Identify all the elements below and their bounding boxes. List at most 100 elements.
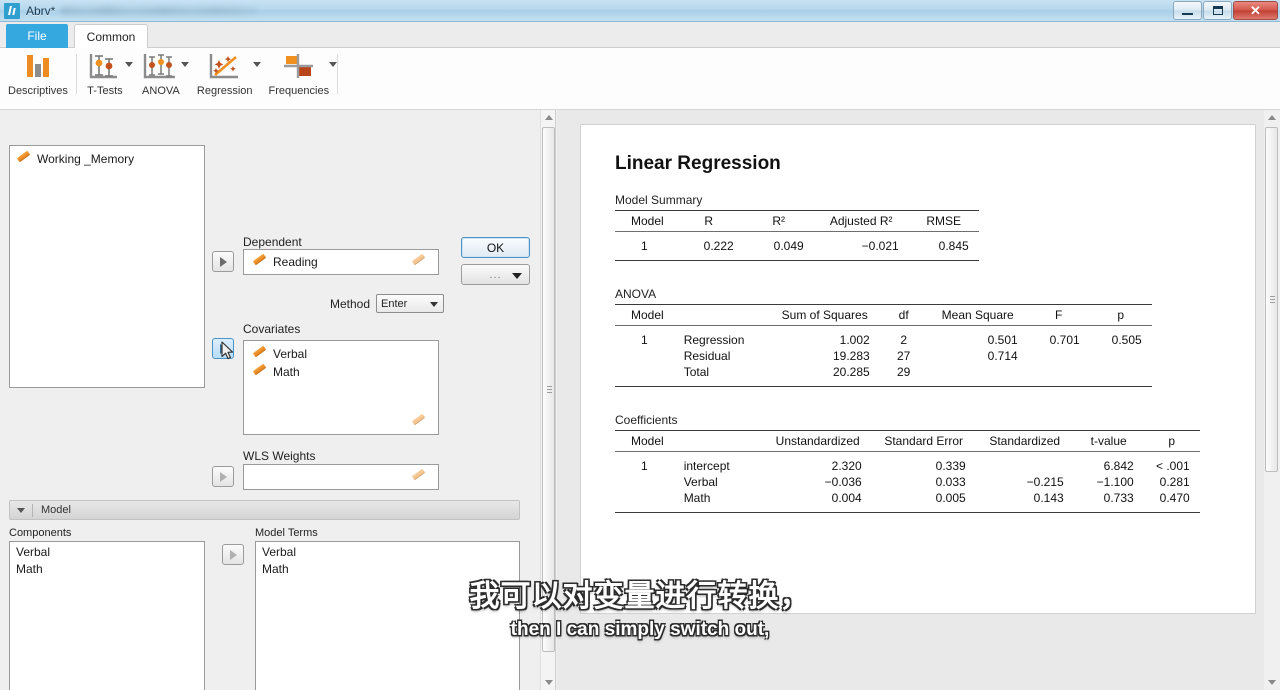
ribbon-label-regression: Regression [196,85,253,97]
section-header-model[interactable]: Model [9,500,520,520]
ribbon-label-anova: ANOVA [142,85,180,97]
assign-covariates-button[interactable] [212,338,234,359]
scroll-up-arrow-icon[interactable] [541,110,555,125]
minimize-button[interactable] [1173,1,1202,20]
table-row: 1 intercept 2.320 0.339 6.842 < .001 [615,452,1200,475]
model-terms-label: Model Terms [255,527,318,539]
assign-dependent-button[interactable] [212,251,234,272]
chevron-down-icon[interactable] [252,62,261,67]
ribbon-label-descriptives: Descriptives [8,85,68,97]
list-item[interactable]: Math [256,562,519,579]
model-terms-list[interactable]: Verbal Math [255,541,520,690]
maximize-button[interactable] [1203,1,1232,20]
table-cell: 1 [615,231,674,261]
table-cell: 0.143 [975,490,1074,513]
assign-wls-weights-button[interactable] [212,466,234,487]
contingency-icon [279,51,319,83]
scroll-down-arrow-icon[interactable] [541,675,555,690]
table-cell: 0.049 [743,231,814,261]
ok-button[interactable]: OK [461,237,530,258]
table-cell: 0.339 [935,459,966,473]
chevron-down-icon [430,302,439,307]
list-item[interactable]: Reading [244,253,438,271]
table-cell: 1 [641,459,648,473]
coefficients-caption: Coefficients [615,413,678,427]
ribbon-button-frequencies[interactable]: Frequencies [261,48,338,106]
model-summary-caption: Model Summary [615,193,703,207]
table-cell [1089,364,1152,387]
results-panel-scrollbar-track[interactable] [1264,110,1280,690]
covariates-dropbox[interactable]: Verbal Math [243,340,439,435]
ribbon-button-t-tests[interactable]: T-Tests [77,48,133,106]
list-item[interactable]: Verbal [256,545,519,562]
more-options-label: ... [489,268,502,281]
window-title: Abrv* [26,3,56,18]
tab-common[interactable]: Common [74,24,148,48]
results-document[interactable]: Linear Regression Model Summary Model R … [580,124,1256,614]
table-cell [615,474,674,490]
scroll-up-arrow-icon[interactable] [1264,110,1279,125]
table-cell: 0.033 [935,475,966,489]
table-cell: 0.714 [987,349,1018,363]
column-header: R² [743,210,814,232]
more-options-button[interactable]: ... [461,264,530,285]
add-model-term-button[interactable] [222,544,244,565]
ribbon-button-regression[interactable]: Regression [189,48,261,106]
table-row: Residual 19.283 27 0.714 [615,348,1152,364]
list-item[interactable]: Math [244,363,438,381]
table-cell: −1.100 [1096,475,1134,489]
table-cell: −0.215 [1026,475,1064,489]
results-panel-scrollbar[interactable] [1264,110,1279,690]
table-cell: 29 [879,364,928,387]
scroll-down-arrow-icon[interactable] [1264,675,1279,690]
model-summary-table: Model R R² Adjusted R² RMSE 1 0.222 0.04… [615,210,979,261]
scrollbar-thumb[interactable] [1265,127,1278,472]
table-cell: 0.004 [763,490,872,513]
column-header: Mean Square [927,304,1028,326]
continuous-variable-icon [16,152,31,167]
method-select[interactable]: Enter [376,294,445,313]
components-label: Components [9,527,72,539]
scatter-line-icon [205,51,245,83]
continuous-variable-icon [252,347,267,362]
chevron-down-icon[interactable] [329,62,338,67]
window-title-blurred-suffix [61,6,258,15]
ribbon-label-t-tests: T-Tests [87,85,123,97]
wls-weights-dropbox[interactable] [243,464,439,490]
list-item[interactable]: Verbal [244,345,438,363]
arrow-right-icon [219,343,227,354]
chevron-down-icon [10,507,32,513]
method-value: Enter [381,297,408,310]
table-cell [927,364,1028,387]
table-cell: 0.005 [871,490,976,513]
chevron-down-icon[interactable] [180,62,189,67]
list-item[interactable]: Verbal [10,545,204,562]
continuous-variable-placeholder-icon [411,255,426,270]
list-item[interactable]: Working _Memory [10,150,204,168]
dependent-dropbox[interactable]: Reading [243,249,439,275]
column-header: Standard Error [871,430,976,452]
list-item[interactable]: Math [10,562,204,579]
table-cell: < .001 [1155,459,1190,473]
close-button[interactable]: ✕ [1233,1,1278,20]
maximize-icon [1212,6,1223,15]
chevron-down-icon[interactable] [124,62,133,67]
table-cell: 0.222 [673,231,744,261]
column-header: df [879,304,928,326]
table-cell: Math [673,490,764,513]
ribbon-button-anova[interactable]: ANOVA [133,48,189,106]
components-list[interactable]: Verbal Math [9,541,205,690]
chevron-down-icon [512,273,522,279]
tab-file[interactable]: File [6,24,68,48]
available-variables-list[interactable]: Working _Memory [9,145,205,388]
options-panel-scrollbar[interactable] [540,110,555,690]
column-header: Adjusted R² [813,210,909,232]
minimize-icon [1182,12,1193,15]
error-bars-three-icon [141,51,181,83]
ribbon-button-descriptives[interactable]: Descriptives [0,48,76,106]
table-cell: −0.036 [824,475,862,489]
anova-caption: ANOVA [615,287,657,301]
analysis-options-panel: Working _Memory Dependent Reading Method… [0,110,556,690]
scrollbar-thumb[interactable] [542,127,555,652]
column-header: p [1143,430,1200,452]
